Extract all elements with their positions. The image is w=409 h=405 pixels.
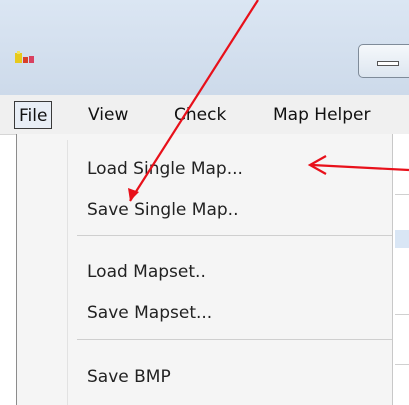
- menu-item-save-single-map[interactable]: Save Single Map..: [87, 195, 238, 225]
- menu-file[interactable]: File: [14, 101, 53, 129]
- menu-check[interactable]: Check: [170, 101, 230, 129]
- menu-bar: File View Check Map Helper: [0, 95, 409, 135]
- menu-separator: [77, 235, 407, 236]
- background-window-edge: [392, 134, 409, 405]
- background-row-line: [395, 314, 409, 315]
- menu-item-load-mapset[interactable]: Load Mapset..: [87, 257, 206, 287]
- app-icon: [15, 51, 34, 63]
- menu-separator: [77, 339, 407, 340]
- menu-item-save-mapset[interactable]: Save Mapset...: [87, 298, 212, 328]
- menu-item-load-single-map[interactable]: Load Single Map...: [87, 154, 243, 184]
- screenshot-stage: File View Check Map Helper Load Single M…: [0, 0, 409, 405]
- minimize-button[interactable]: [358, 44, 409, 78]
- menu-view[interactable]: View: [84, 101, 132, 129]
- background-row-line: [395, 364, 409, 365]
- menu-item-save-bmp[interactable]: Save BMP: [87, 362, 171, 392]
- menu-gutter: [67, 140, 68, 405]
- menu-map-helper[interactable]: Map Helper: [269, 101, 374, 129]
- background-row-highlight: [395, 230, 409, 248]
- window-titlebar: [0, 0, 409, 95]
- file-dropdown-menu: Load Single Map... Save Single Map.. Loa…: [16, 134, 409, 405]
- background-row-line: [395, 194, 409, 195]
- minimize-icon: [377, 61, 399, 66]
